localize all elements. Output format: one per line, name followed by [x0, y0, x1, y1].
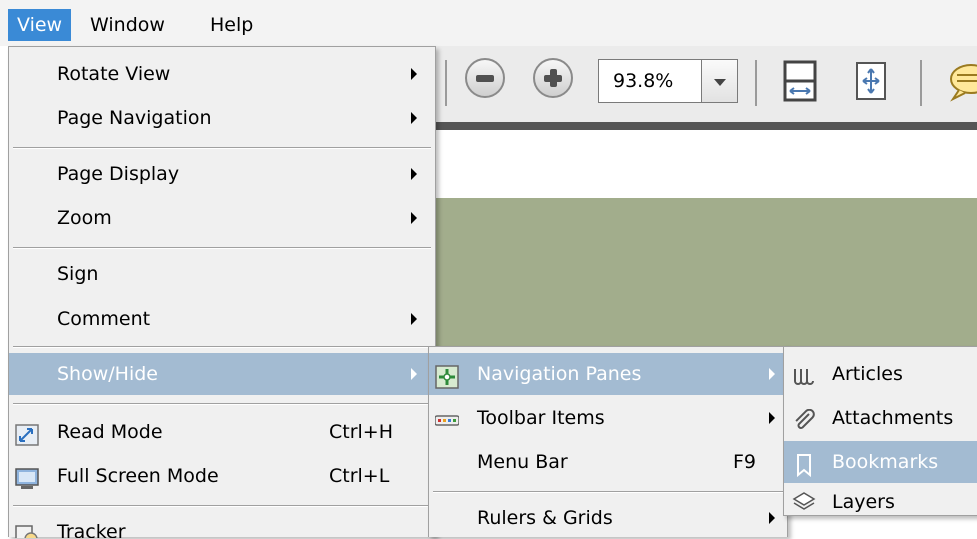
menu-item-comment[interactable]: Comment: [9, 298, 435, 340]
document-page-area: [435, 130, 977, 198]
menu-view[interactable]: View: [8, 9, 72, 41]
attachments-icon: [792, 406, 816, 430]
articles-icon: [792, 362, 816, 386]
full-screen-icon: [15, 464, 39, 489]
menu-separator: [13, 403, 431, 405]
view-menu: Rotate View Page Navigation Page Display…: [8, 46, 436, 538]
menu-separator: [433, 491, 783, 493]
menu-window[interactable]: Window: [81, 9, 174, 41]
read-mode-icon: [15, 420, 39, 446]
bookmarks-icon: [792, 450, 816, 478]
fit-width-icon[interactable]: [780, 59, 820, 103]
menu-item-layers[interactable]: Layers: [784, 485, 977, 517]
chevron-right-icon: [769, 368, 775, 380]
menu-separator: [13, 346, 431, 348]
tracker-icon: [15, 520, 39, 538]
chevron-right-icon: [769, 412, 775, 424]
comment-icon[interactable]: [945, 59, 977, 103]
toolbar-separator: [755, 60, 757, 106]
navigation-panes-icon: [435, 362, 459, 389]
layers-icon: [792, 490, 816, 514]
navigation-panes-menu: Articles Attachments Bookmarks Layers: [783, 346, 977, 516]
menu-item-page-display[interactable]: Page Display: [9, 153, 435, 195]
zoom-in-icon[interactable]: [533, 58, 573, 98]
menu-separator: [13, 247, 431, 249]
menu-item-full-screen-mode[interactable]: Full Screen Mode Ctrl+L: [9, 455, 435, 497]
menu-help[interactable]: Help: [201, 9, 262, 41]
menu-item-toolbar-items[interactable]: Toolbar Items: [429, 397, 787, 439]
menu-item-read-mode[interactable]: Read Mode Ctrl+H: [9, 411, 435, 453]
show-hide-menu: Navigation Panes Toolbar Items Menu Bar …: [428, 346, 788, 537]
chevron-right-icon: [411, 168, 417, 180]
chevron-right-icon: [411, 368, 417, 380]
menu-item-bookmarks[interactable]: Bookmarks: [784, 441, 977, 483]
chevron-right-icon: [411, 313, 417, 325]
menu-item-attachments[interactable]: Attachments: [784, 397, 977, 439]
menu-item-articles[interactable]: Articles: [784, 353, 977, 395]
toolbar-separator: [445, 60, 447, 106]
menu-item-navigation-panes[interactable]: Navigation Panes: [429, 353, 787, 395]
menu-item-rotate-view[interactable]: Rotate View: [9, 53, 435, 95]
menu-item-zoom[interactable]: Zoom: [9, 197, 435, 239]
menu-item-tracker[interactable]: Tracker: [9, 511, 435, 538]
chevron-right-icon: [411, 68, 417, 80]
menu-separator: [13, 147, 431, 149]
chevron-right-icon: [769, 512, 775, 524]
toolbar-items-icon: [434, 406, 460, 430]
zoom-out-icon[interactable]: [465, 58, 505, 98]
menu-item-show-hide[interactable]: Show/Hide: [9, 353, 435, 395]
chevron-right-icon: [411, 112, 417, 124]
fit-page-icon[interactable]: [851, 59, 891, 103]
menu-bar: View Window Help: [0, 0, 977, 46]
menu-item-page-navigation[interactable]: Page Navigation: [9, 97, 435, 139]
document-background: [435, 198, 977, 348]
menu-item-sign[interactable]: Sign: [9, 253, 435, 295]
zoom-input[interactable]: 93.8%: [598, 59, 702, 103]
chevron-right-icon: [411, 212, 417, 224]
toolbar-separator: [920, 60, 922, 106]
menu-separator: [13, 505, 431, 507]
menu-item-menu-bar[interactable]: Menu Bar F9: [429, 441, 787, 483]
zoom-dropdown-icon[interactable]: [702, 59, 738, 103]
menu-item-rulers-grids[interactable]: Rulers & Grids: [429, 497, 787, 539]
